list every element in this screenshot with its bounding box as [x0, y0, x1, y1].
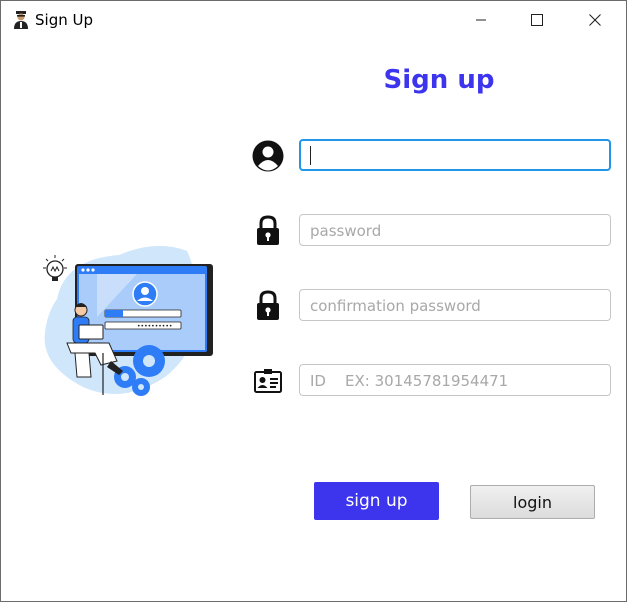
- lock-icon: [255, 290, 281, 326]
- password-input[interactable]: password: [299, 214, 611, 246]
- text-caret: [310, 146, 311, 165]
- window-title: Sign Up: [35, 11, 93, 29]
- lightbulb-icon: [43, 255, 67, 281]
- lock-icon: [255, 215, 281, 251]
- app-icon: [13, 11, 29, 29]
- signup-illustration: ••••••••••: [37, 237, 227, 403]
- password-placeholder: password: [310, 222, 382, 240]
- maximize-icon: [531, 14, 543, 26]
- id-input[interactable]: ID EX: 30145781954471: [299, 364, 611, 396]
- close-icon: [589, 14, 601, 26]
- sign-up-button[interactable]: sign up: [314, 482, 439, 520]
- id-placeholder: ID EX: 30145781954471: [310, 372, 509, 390]
- svg-text:••••••••••: ••••••••••: [137, 323, 172, 330]
- minimize-button[interactable]: [458, 1, 504, 39]
- signup-window: Sign Up •••••••••• Sign up password conf…: [0, 0, 627, 602]
- page-title: Sign up: [383, 65, 495, 95]
- confirm-password-input[interactable]: confirmation password: [299, 289, 611, 321]
- maximize-button[interactable]: [514, 1, 560, 39]
- close-button[interactable]: [572, 1, 618, 39]
- confirm-password-placeholder: confirmation password: [310, 297, 481, 315]
- username-input[interactable]: [299, 139, 611, 171]
- minimize-icon: [476, 19, 486, 21]
- id-card-icon: [254, 369, 282, 398]
- title-bar[interactable]: Sign Up: [1, 1, 626, 39]
- user-circle-icon: [251, 139, 285, 178]
- login-button[interactable]: login: [470, 485, 595, 519]
